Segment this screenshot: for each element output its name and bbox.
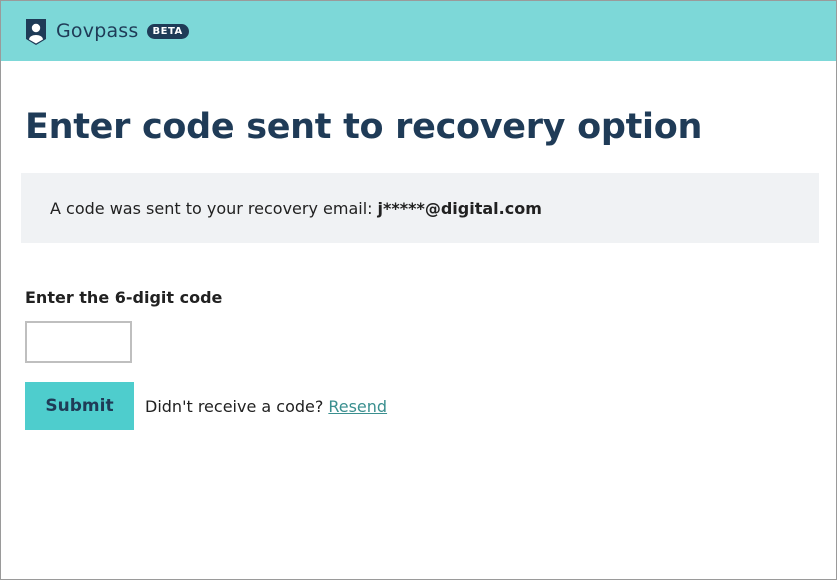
page-title: Enter code sent to recovery option [25,107,703,147]
code-field-label: Enter the 6-digit code [25,288,223,307]
brand-name[interactable]: Govpass [56,20,139,42]
notice-text: A code was sent to your recovery email: [50,198,373,218]
main-content: Enter code sent to recovery option A cod… [1,103,836,430]
resend-prompt: Didn't receive a code? [145,396,324,416]
top-bar: Govpass BETA [1,1,836,61]
submit-button[interactable]: Submit [25,382,134,430]
shield-person-icon[interactable] [25,18,47,46]
recovery-email: j*****@digital.com [377,198,542,218]
resend-link[interactable]: Resend [328,397,387,416]
code-input[interactable] [25,321,132,363]
form-actions: Submit Didn't receive a code? Resend [25,382,812,430]
recovery-notice: A code was sent to your recovery email: … [21,173,819,243]
app-window: Govpass BETA Enter code sent to recovery… [0,0,837,580]
beta-badge: BETA [146,23,189,39]
